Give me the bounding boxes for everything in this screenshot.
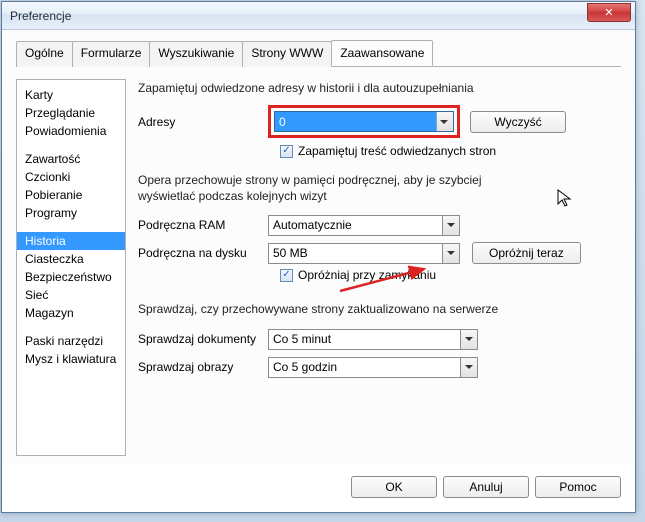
tab-search[interactable]: Wyszukiwanie [149,41,243,67]
content-area: Ogólne Formularze Wyszukiwanie Strony WW… [2,30,635,464]
titlebar: Preferencje ✕ [2,2,635,30]
tab-advanced[interactable]: Zaawansowane [331,40,433,66]
sidebar-item-programs[interactable]: Programy [17,204,125,222]
chevron-down-icon [460,358,477,377]
preferences-window: Preferencje ✕ Ogólne Formularze Wyszukiw… [1,1,636,513]
tab-general[interactable]: Ogólne [16,41,73,67]
tab-webpages[interactable]: Strony WWW [242,41,332,67]
label-remember-content: Zapamiętuj treść odwiedzanych stron [298,144,496,158]
info-cache: Opera przechowuje strony w pamięci podrę… [138,172,538,204]
sidebar-item-fonts[interactable]: Czcionki [17,168,125,186]
addresses-combo[interactable]: 0 [274,111,454,132]
label-ram-cache: Podręczna RAM [138,218,268,232]
ram-cache-combo[interactable]: Automatycznie [268,215,460,236]
help-button[interactable]: Pomoc [535,476,621,498]
sidebar-item-security[interactable]: Bezpieczeństwo [17,268,125,286]
check-docs-combo[interactable]: Co 5 minut [268,329,478,350]
empty-now-button[interactable]: Opróżnij teraz [472,242,581,264]
checkbox-empty-on-close[interactable] [280,269,293,282]
main-area: Karty Przeglądanie Powiadomienia Zawarto… [16,67,621,456]
sidebar-item-mouse-keyboard[interactable]: Mysz i klawiatura [17,350,125,368]
check-images-value: Co 5 godzin [273,360,337,374]
settings-panel: Zapamiętuj odwiedzone adresy w historii … [138,79,621,456]
sidebar-item-toolbars[interactable]: Paski narzędzi [17,332,125,350]
dialog-footer: OK Anuluj Pomoc [2,464,635,512]
tab-forms[interactable]: Formularze [72,41,151,67]
sidebar-item-history[interactable]: Historia [17,232,125,250]
sidebar-item-storage[interactable]: Magazyn [17,304,125,322]
sidebar-item-tabs[interactable]: Karty [17,86,125,104]
sidebar-item-content[interactable]: Zawartość [17,150,125,168]
cancel-button[interactable]: Anuluj [443,476,529,498]
ok-button[interactable]: OK [351,476,437,498]
sidebar: Karty Przeglądanie Powiadomienia Zawarto… [16,79,126,456]
chevron-down-icon [442,216,459,235]
label-check-docs: Sprawdzaj dokumenty [138,332,268,346]
ram-cache-value: Automatycznie [273,218,352,232]
addresses-value: 0 [279,115,286,129]
highlight-box: 0 [268,105,460,138]
label-check-images: Sprawdzaj obrazy [138,360,268,374]
check-docs-value: Co 5 minut [273,332,331,346]
sidebar-item-cookies[interactable]: Ciasteczka [17,250,125,268]
disk-cache-combo[interactable]: 50 MB [268,243,460,264]
label-addresses: Adresy [138,115,268,129]
chevron-down-icon [442,244,459,263]
label-disk-cache: Podręczna na dysku [138,246,268,260]
checkbox-remember-content[interactable] [280,145,293,158]
close-icon: ✕ [604,6,613,19]
sidebar-item-browsing[interactable]: Przeglądanie [17,104,125,122]
close-button[interactable]: ✕ [587,3,631,22]
heading-check-updates: Sprawdzaj, czy przechowywane strony zakt… [138,302,617,316]
sidebar-item-notifications[interactable]: Powiadomienia [17,122,125,140]
label-empty-on-close: Opróżniaj przy zamykaniu [298,268,436,282]
chevron-down-icon [460,330,477,349]
disk-cache-value: 50 MB [273,246,308,260]
sidebar-item-network[interactable]: Sieć [17,286,125,304]
sidebar-item-downloads[interactable]: Pobieranie [17,186,125,204]
cursor-icon [557,189,573,214]
check-images-combo[interactable]: Co 5 godzin [268,357,478,378]
chevron-down-icon [436,112,453,131]
window-title: Preferencje [10,9,587,23]
tab-bar: Ogólne Formularze Wyszukiwanie Strony WW… [16,40,621,67]
clear-button[interactable]: Wyczyść [470,111,566,133]
heading-addresses: Zapamiętuj odwiedzone adresy w historii … [138,81,617,95]
